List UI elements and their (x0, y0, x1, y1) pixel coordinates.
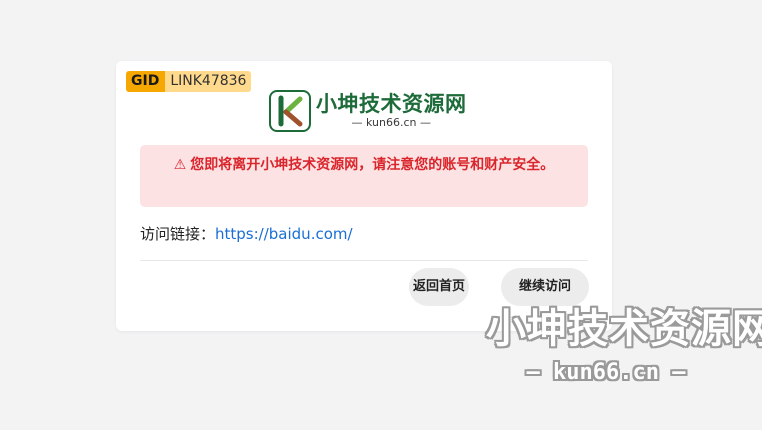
logo-site-name: 小坤技术资源网 (316, 92, 467, 116)
logo-text: 小坤技术资源网 — kun66.cn — (316, 92, 467, 130)
target-link-label: 访问链接： (140, 225, 216, 243)
gid-badge-value: LINK47836 (165, 71, 252, 92)
site-watermark: 小坤技术资源网 — kun66.cn — (486, 300, 762, 388)
gid-badge: GID LINK47836 (126, 71, 252, 92)
watermark-domain: — kun66.cn — (526, 360, 686, 385)
warning-triangle-icon: ⚠ (173, 157, 187, 173)
target-link-row: 访问链接：https://baidu.com/ (140, 224, 353, 244)
logo-mark-icon (269, 90, 311, 132)
redirect-card: GID LINK47836 小坤技术资源网 — kun66.cn — ⚠ 您即将离… (116, 61, 612, 331)
divider (140, 260, 588, 261)
logo-domain: — kun66.cn — (351, 116, 431, 129)
gid-badge-label: GID (126, 71, 166, 92)
site-logo: 小坤技术资源网 — kun66.cn — (269, 88, 467, 134)
warning-text: 您即将离开小坤技术资源网，请注意您的账号和财产安全。 (190, 157, 555, 173)
leave-warning-alert: ⚠ 您即将离开小坤技术资源网，请注意您的账号和财产安全。 (140, 145, 588, 207)
target-link[interactable]: https://baidu.com/ (215, 225, 353, 243)
back-home-button[interactable]: 返回首页 (409, 268, 469, 306)
watermark-site-name: 小坤技术资源网 (486, 306, 762, 352)
